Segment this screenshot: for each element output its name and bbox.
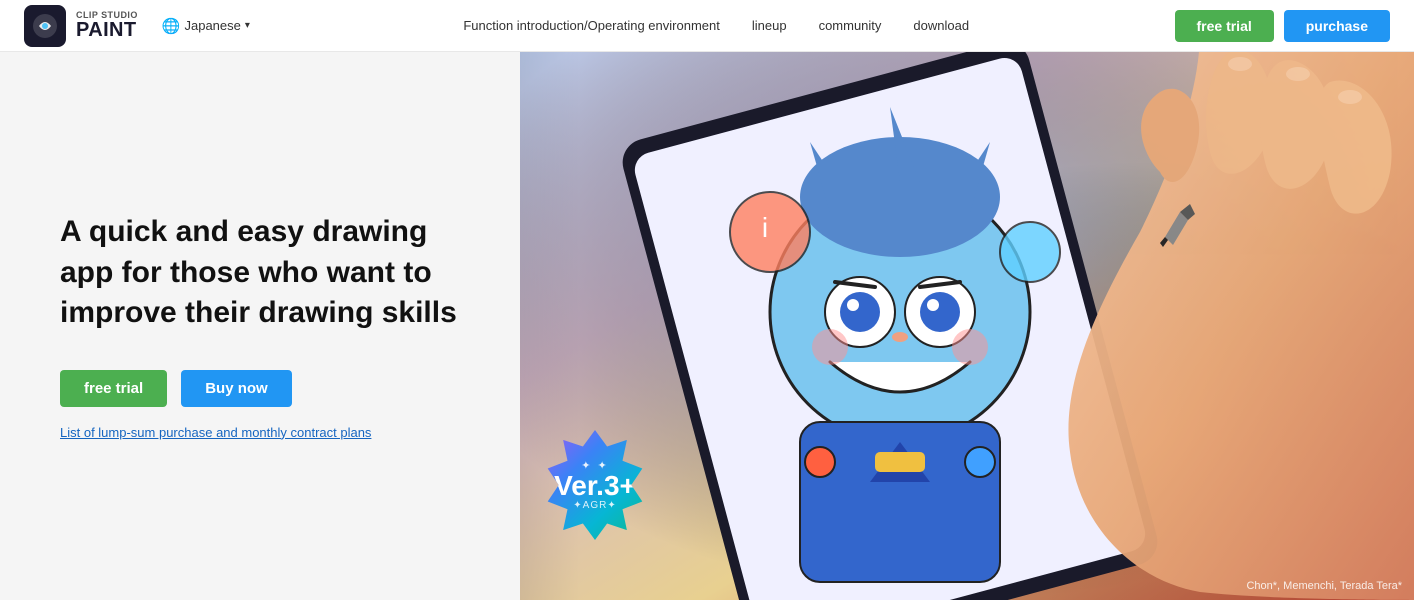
language-label: Japanese bbox=[184, 18, 240, 33]
hero-left-panel: A quick and easy drawing app for those w… bbox=[0, 52, 520, 600]
hero-free-trial-button[interactable]: free trial bbox=[60, 370, 167, 407]
version-sub: ✦AGR✦ bbox=[573, 500, 616, 511]
logo-link[interactable]: CLIP STUDIO PAINT bbox=[24, 5, 138, 47]
chevron-down-icon: ▾ bbox=[245, 20, 250, 31]
logo-icon bbox=[24, 5, 66, 47]
site-header: CLIP STUDIO PAINT 🌐 Japanese ▾ Function … bbox=[0, 0, 1414, 52]
nav-download[interactable]: download bbox=[913, 18, 969, 33]
nav-lineup[interactable]: lineup bbox=[752, 18, 787, 33]
svg-text:i: i bbox=[762, 212, 768, 243]
main-nav: Function introduction/Operating environm… bbox=[258, 18, 1175, 33]
version-badge-inner: ✦ ✦ Ver.3+ ✦AGR✦ bbox=[540, 430, 650, 540]
header-purchase-button[interactable]: purchase bbox=[1284, 10, 1390, 42]
plans-link[interactable]: List of lump-sum purchase and monthly co… bbox=[60, 425, 460, 440]
nav-community[interactable]: community bbox=[819, 18, 882, 33]
hero-right-panel: i » bbox=[520, 52, 1414, 600]
artwork-credit: Chon*, Memenchi, Terada Tera* bbox=[1246, 580, 1402, 592]
hero-title: A quick and easy drawing app for those w… bbox=[60, 212, 460, 334]
hero-artwork: i » bbox=[520, 52, 1414, 600]
cta-buttons: free trial Buy now bbox=[60, 370, 460, 407]
language-selector[interactable]: 🌐 Japanese ▾ bbox=[154, 13, 258, 39]
version-text: Ver.3+ bbox=[554, 472, 636, 500]
main-content: A quick and easy drawing app for those w… bbox=[0, 52, 1414, 600]
logo-paint: PAINT bbox=[76, 20, 138, 40]
nav-actions: free trial purchase bbox=[1175, 10, 1391, 42]
logo-text: CLIP STUDIO PAINT bbox=[76, 11, 138, 40]
hero-buy-now-button[interactable]: Buy now bbox=[181, 370, 292, 407]
nav-function-intro[interactable]: Function introduction/Operating environm… bbox=[463, 18, 720, 33]
header-free-trial-button[interactable]: free trial bbox=[1175, 10, 1274, 42]
version-badge: ✦ ✦ Ver.3+ ✦AGR✦ bbox=[540, 430, 650, 540]
globe-icon: 🌐 bbox=[162, 17, 181, 35]
